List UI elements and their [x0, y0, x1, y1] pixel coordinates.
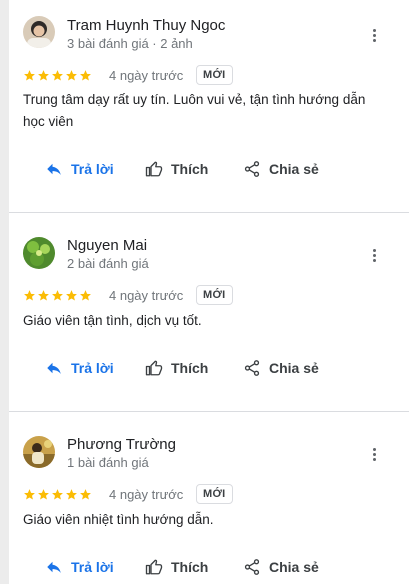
- share-button[interactable]: Chia sẻ: [243, 160, 319, 178]
- star-icon: [38, 489, 49, 500]
- reply-icon: [47, 561, 61, 573]
- like-label: Thích: [171, 360, 209, 376]
- star-icon: [66, 70, 77, 81]
- reply-button[interactable]: Trả lời: [45, 359, 114, 377]
- star-icon: [66, 290, 77, 301]
- reviewer-name[interactable]: Phương Trường: [67, 436, 176, 453]
- review-text: Giáo viên nhiệt tình hướng dẫn.: [23, 512, 214, 527]
- thumbs-up-icon: [145, 360, 163, 376]
- star-icon: [24, 489, 35, 500]
- reviewer-meta[interactable]: 2 bài đánh giá: [67, 256, 149, 271]
- star-icon: [80, 489, 91, 500]
- reply-label: Trả lời: [71, 161, 114, 177]
- reviewer-name[interactable]: Nguyen Mai: [67, 237, 147, 254]
- reply-button[interactable]: Trả lời: [45, 558, 114, 576]
- star-rating: [23, 488, 92, 501]
- star-icon: [52, 290, 63, 301]
- reply-button[interactable]: Trả lời: [45, 160, 114, 178]
- avatar[interactable]: [23, 237, 55, 269]
- new-badge: MỚI: [196, 484, 233, 504]
- share-label: Chia sẻ: [269, 559, 319, 575]
- reply-label: Trả lời: [71, 559, 114, 575]
- star-icon: [38, 290, 49, 301]
- reply-icon: [47, 163, 61, 175]
- review-date: 4 ngày trước: [109, 68, 184, 83]
- star-icon: [80, 290, 91, 301]
- like-button[interactable]: Thích: [145, 160, 208, 178]
- more-options-icon[interactable]: [366, 444, 382, 464]
- share-label: Chia sẻ: [269, 360, 319, 376]
- share-button[interactable]: Chia sẻ: [243, 558, 319, 576]
- star-icon: [52, 70, 63, 81]
- more-options-icon[interactable]: [366, 245, 382, 265]
- share-icon: [244, 559, 260, 575]
- star-icon: [24, 70, 35, 81]
- review-text: Giáo viên tận tình, dịch vụ tốt.: [23, 313, 202, 328]
- review-date: 4 ngày trước: [109, 288, 184, 303]
- star-rating: [23, 69, 92, 82]
- share-icon: [244, 360, 260, 376]
- avatar[interactable]: [23, 16, 55, 48]
- reviewer-name[interactable]: Tram Huynh Thuy Ngoc: [67, 17, 225, 34]
- like-button[interactable]: Thích: [145, 359, 208, 377]
- star-icon: [52, 489, 63, 500]
- reviewer-meta[interactable]: 1 bài đánh giá: [67, 455, 149, 470]
- star-icon: [80, 70, 91, 81]
- new-badge: MỚI: [196, 65, 233, 85]
- share-button[interactable]: Chia sẻ: [243, 359, 319, 377]
- new-badge: MỚI: [196, 285, 233, 305]
- star-icon: [66, 489, 77, 500]
- star-icon: [24, 290, 35, 301]
- star-rating: [23, 289, 92, 302]
- like-label: Thích: [171, 161, 209, 177]
- review-divider: [9, 411, 409, 412]
- review-text: Trung tâm dạy rất uy tín. Luôn vui vẻ, t…: [23, 92, 366, 129]
- more-options-icon[interactable]: [366, 25, 382, 45]
- star-icon: [38, 70, 49, 81]
- avatar[interactable]: [23, 436, 55, 468]
- thumbs-up-icon: [145, 559, 163, 575]
- review-divider: [9, 212, 409, 213]
- share-icon: [244, 161, 260, 177]
- reply-icon: [47, 362, 61, 374]
- like-button[interactable]: Thích: [145, 558, 208, 576]
- share-label: Chia sẻ: [269, 161, 319, 177]
- like-label: Thích: [171, 559, 209, 575]
- thumbs-up-icon: [145, 161, 163, 177]
- reviewer-meta[interactable]: 3 bài đánh giá · 2 ảnh: [67, 36, 193, 51]
- reply-label: Trả lời: [71, 360, 114, 376]
- page-left-edge: [0, 0, 9, 584]
- review-date: 4 ngày trước: [109, 487, 184, 502]
